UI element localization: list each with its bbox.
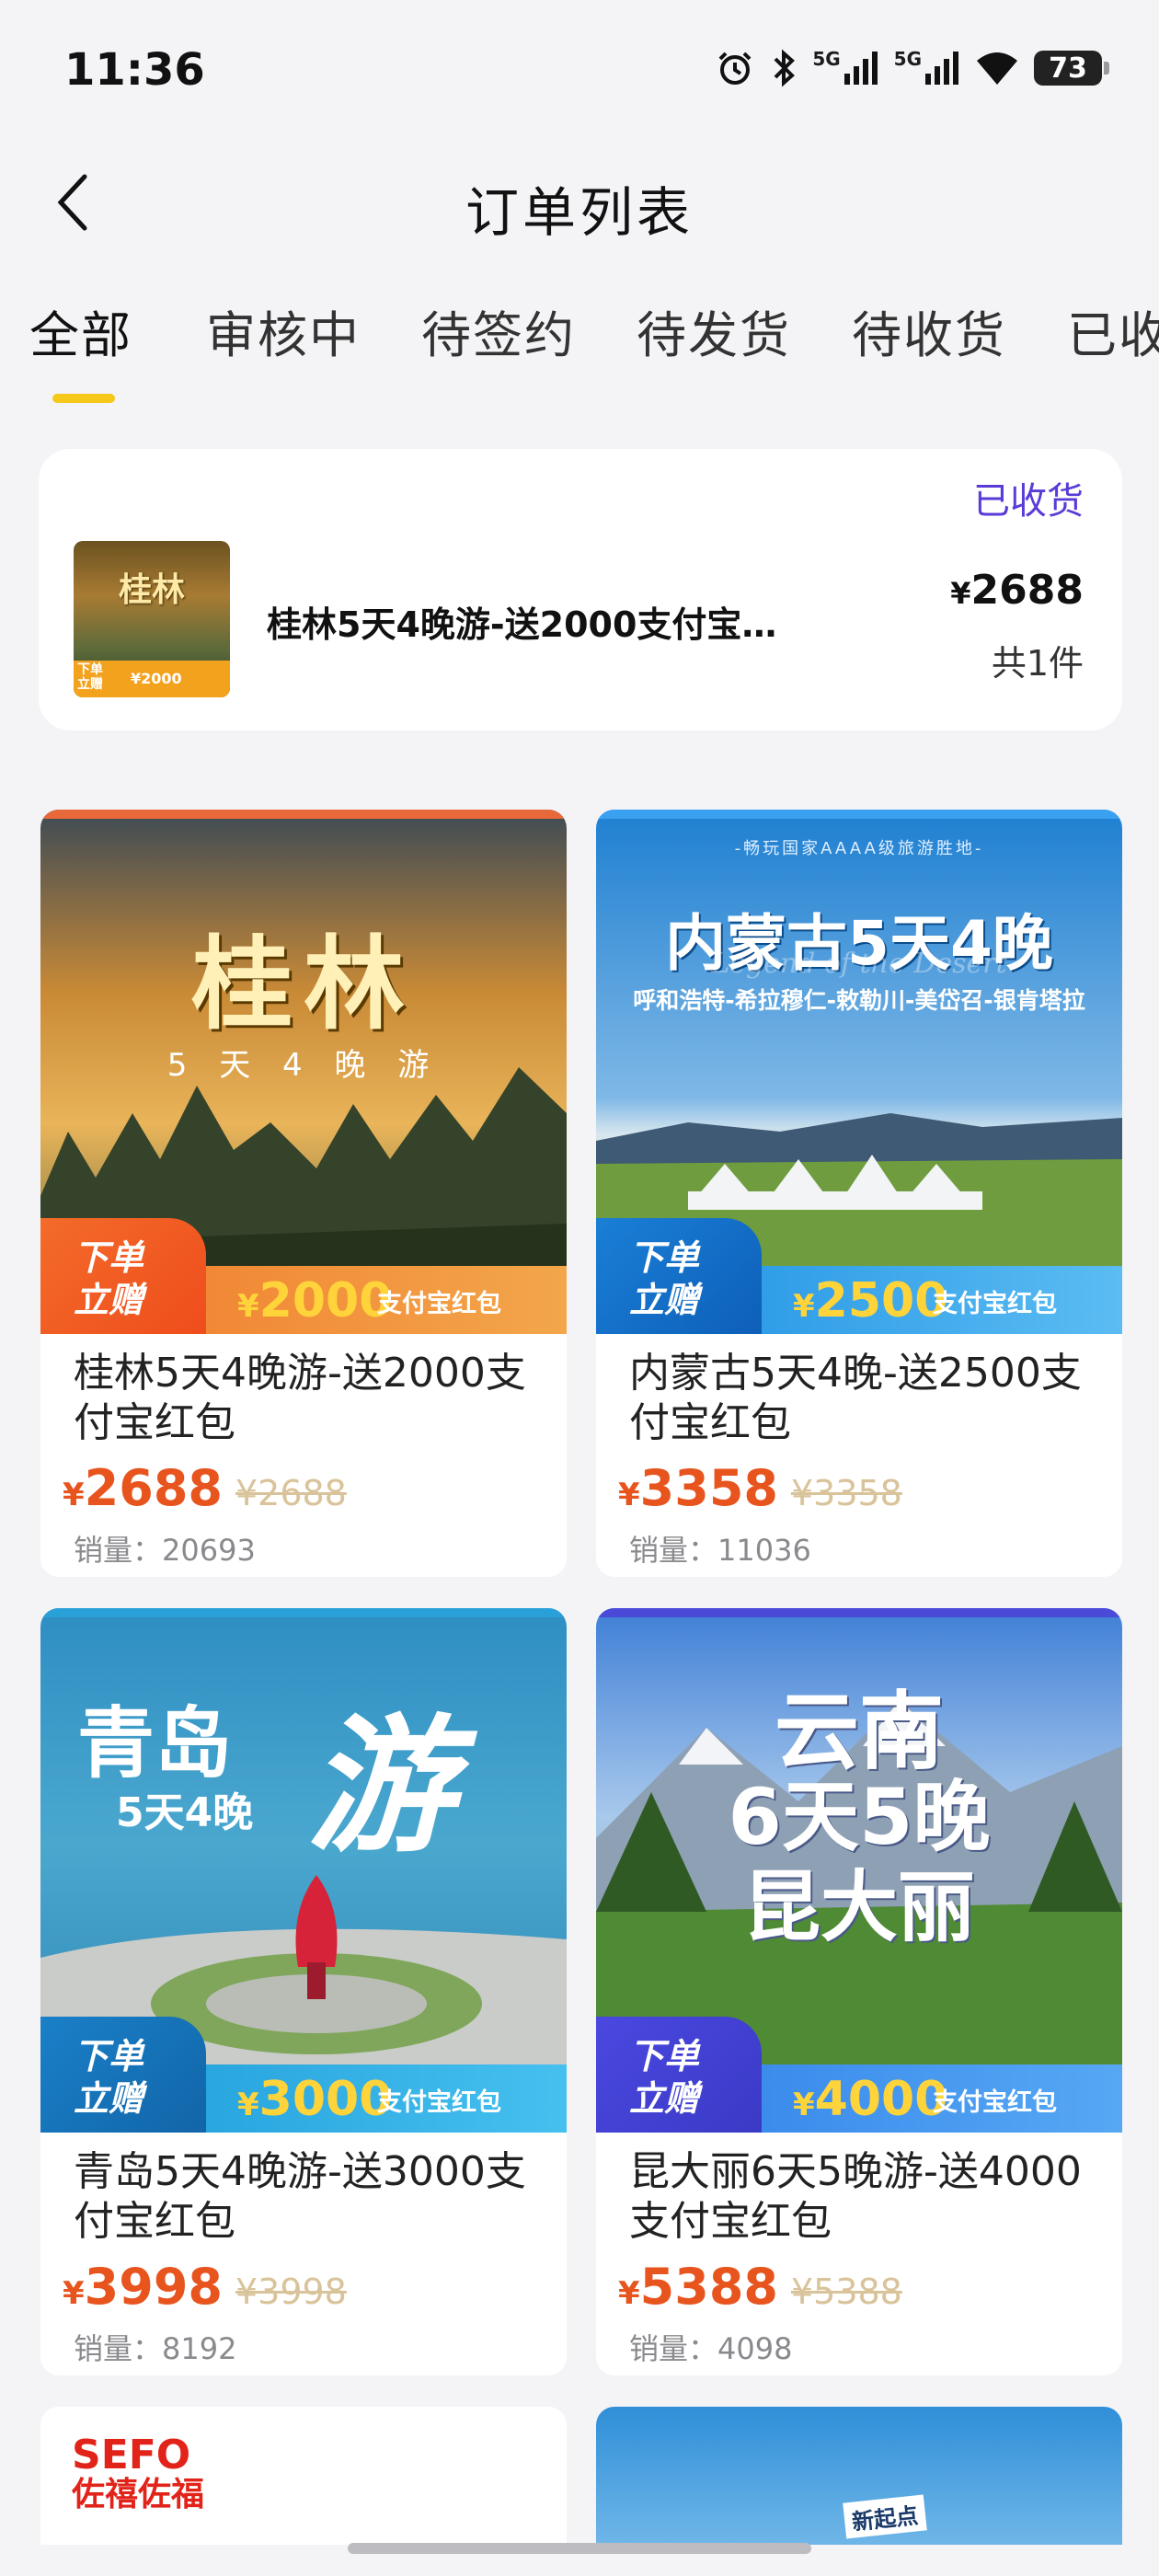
banner-subtitle: 5天4晚 xyxy=(116,1789,254,1836)
product-title: 昆大丽6天5晚游-送4000支付宝红包 xyxy=(629,2148,1082,2245)
banner-label: 新起点 xyxy=(843,2494,927,2539)
current-price: ¥5388 xyxy=(618,2258,778,2316)
sales-count: 销量：20693 xyxy=(74,1533,256,1568)
active-tab-indicator xyxy=(52,394,115,403)
home-indicator[interactable] xyxy=(348,2543,811,2554)
wifi-icon xyxy=(977,52,1017,85)
original-price: ¥3358 xyxy=(790,1473,902,1513)
banner-subtitle: 呼和浩特-希拉穆仁-敕勒川-美岱召-银肯塔拉 xyxy=(633,987,1085,1014)
order-status-label: 已收货 xyxy=(973,480,1084,523)
price-row: ¥2688 ¥2688 xyxy=(63,1459,347,1517)
promo-amount: ¥3000 xyxy=(237,2072,393,2127)
promo-amount: ¥2000 xyxy=(237,1273,393,1328)
product-card[interactable]: 云南 6天5晚 昆大丽 下单 立赠 ¥4000 支付宝红包 昆大丽6天5晚游-送… xyxy=(596,1608,1122,2375)
original-price: ¥2688 xyxy=(235,1473,347,1513)
thumbnail-badge-text: 下单 立赠 xyxy=(77,662,103,692)
product-banner: 桂林 5 天 4 晚 游 下单 立赠 ¥2000 支付宝红包 xyxy=(40,810,567,1334)
order-quantity: 共1件 xyxy=(991,643,1084,684)
order-status-tabs: 全部 审核中 待签约 待发货 待收货 已收 xyxy=(0,294,1159,414)
page-title: 订单列表 xyxy=(465,181,694,244)
price-row: ¥5388 ¥5388 xyxy=(618,2258,902,2316)
promo-tag: 下单 立赠 xyxy=(40,2017,206,2133)
battery-icon: 73 xyxy=(1034,51,1109,86)
current-price: ¥3358 xyxy=(618,1459,778,1517)
original-price: ¥3998 xyxy=(235,2271,347,2312)
banner-title: 桂林 xyxy=(191,925,416,1043)
signal-5g-icon-2: 5G xyxy=(894,50,960,86)
banner-title: 青岛 xyxy=(77,1698,233,1788)
tab-pending-sign[interactable]: 待签约 xyxy=(421,294,576,367)
tab-all[interactable]: 全部 xyxy=(29,294,132,367)
product-banner: -畅玩国家AAAA级旅游胜地- 内蒙古5天4晚 Legend of the De… xyxy=(596,810,1122,1334)
promo-label: 支付宝红包 xyxy=(377,1290,501,1318)
promo-amount: ¥2500 xyxy=(793,1273,948,1328)
banner-title-secondary: 昆大丽 xyxy=(742,1862,975,1952)
product-title: 青岛5天4晚游-送3000支付宝红包 xyxy=(74,2148,526,2245)
promo-label: 支付宝红包 xyxy=(933,1290,1057,1318)
banner-title-large: 游 xyxy=(307,1700,455,1872)
alarm-icon xyxy=(718,52,752,85)
sales-count: 销量：11036 xyxy=(629,1533,811,1568)
original-price: ¥5388 xyxy=(790,2271,902,2312)
status-bar: 11:36 5G 5G 73 xyxy=(0,0,1159,138)
order-product-name: 桂林5天4晚游-送2000支付宝… xyxy=(267,604,777,645)
price-row: ¥3998 ¥3998 xyxy=(63,2258,347,2316)
tab-reviewing[interactable]: 审核中 xyxy=(206,294,361,367)
product-card[interactable]: 青岛 5天4晚 游 下单 立赠 ¥3000 支付宝红包 青岛5天4晚游-送300… xyxy=(40,1608,567,2375)
current-price: ¥3998 xyxy=(63,2258,223,2316)
thumbnail-promo-badge: 下单 立赠 ¥2000 xyxy=(74,661,230,697)
thumbnail-badge-amount: ¥2000 xyxy=(131,670,182,687)
order-card[interactable]: 已收货 桂林 下单 立赠 ¥2000 桂林5天4晚游-送2000支付宝… ¥26… xyxy=(39,449,1122,730)
product-card-partial[interactable]: SEFO 佐禧佐福 xyxy=(40,2407,567,2545)
product-title: 桂林5天4晚游-送2000支付宝红包 xyxy=(74,1350,526,1446)
product-card-partial[interactable]: 新起点 xyxy=(596,2407,1122,2545)
promo-tag: 下单 立赠 xyxy=(596,1218,762,1334)
sales-count: 销量：8192 xyxy=(74,2331,237,2366)
promo-tag: 下单 立赠 xyxy=(596,2017,762,2133)
brand-logo: SEFO 佐禧佐福 xyxy=(72,2432,205,2513)
current-price: ¥2688 xyxy=(63,1459,223,1517)
promo-amount: ¥4000 xyxy=(793,2072,948,2127)
promo-label: 支付宝红包 xyxy=(933,2088,1057,2117)
product-banner: 青岛 5天4晚 游 下单 立赠 ¥3000 支付宝红包 xyxy=(40,1608,567,2133)
product-card[interactable]: 桂林 5 天 4 晚 游 下单 立赠 ¥2000 支付宝红包 桂林5天4晚游-送… xyxy=(40,810,567,1577)
nav-header: 订单列表 xyxy=(0,138,1159,267)
signal-5g-icon: 5G xyxy=(812,50,878,86)
sales-count: 销量：4098 xyxy=(629,2331,793,2366)
product-title: 内蒙古5天4晚-送2500支付宝红包 xyxy=(629,1350,1082,1446)
tab-received[interactable]: 已收 xyxy=(1067,294,1159,367)
status-time: 11:36 xyxy=(64,44,205,96)
product-card[interactable]: -畅玩国家AAAA级旅游胜地- 内蒙古5天4晚 Legend of the De… xyxy=(596,810,1122,1577)
product-banner: 云南 6天5晚 昆大丽 下单 立赠 ¥4000 支付宝红包 xyxy=(596,1608,1122,2133)
promo-tag: 下单 立赠 xyxy=(40,1218,206,1334)
order-thumbnail: 桂林 下单 立赠 ¥2000 xyxy=(74,541,230,697)
bluetooth-icon xyxy=(774,49,796,87)
promo-label: 支付宝红包 xyxy=(377,2088,501,2117)
price-row: ¥3358 ¥3358 xyxy=(618,1459,902,1517)
tab-pending-receive[interactable]: 待收货 xyxy=(852,294,1006,367)
banner-subtitle: 5 天 4 晚 游 xyxy=(166,1047,441,1084)
banner-script: Legend of the Desert xyxy=(711,948,1007,980)
banner-top-caption: -畅玩国家AAAA级旅游胜地- xyxy=(734,839,984,858)
tab-pending-ship[interactable]: 待发货 xyxy=(637,294,791,367)
thumbnail-title: 桂林 xyxy=(118,570,185,609)
status-icons: 5G 5G 73 xyxy=(715,48,1109,88)
order-price: ¥2688 xyxy=(950,567,1084,614)
